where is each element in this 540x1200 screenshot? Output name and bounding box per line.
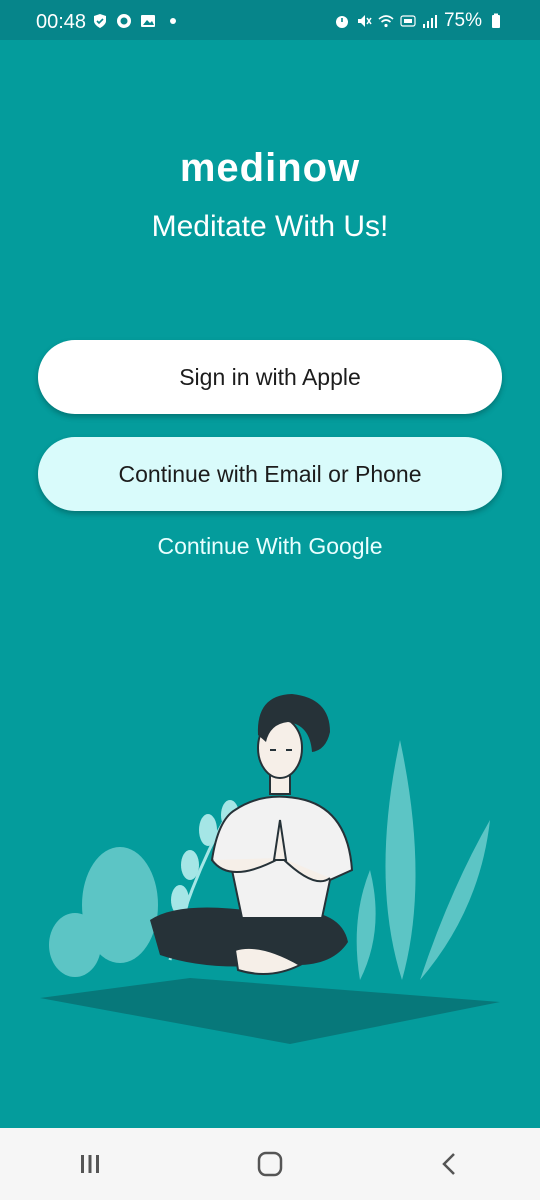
wifi-icon [378,15,394,28]
badge-icon [117,14,131,28]
status-bar: 00:48 75% [0,0,540,40]
sign-in-with-apple-label: Sign in with Apple [179,363,361,390]
right-leaf-small [356,870,376,980]
sign-in-with-apple-button[interactable]: Sign in with Apple [38,340,502,414]
recent-apps-icon [81,1155,99,1173]
home-icon [257,1151,283,1177]
alarm-icon [335,16,348,28]
continue-with-email-label: Continue with Email or Phone [118,460,422,487]
right-leaf-side [420,820,490,980]
status-time: 00:48 [36,11,87,33]
continue-with-google-link[interactable]: Continue With Google [0,533,540,560]
home-button[interactable] [240,1134,300,1194]
continue-with-email-or-phone-button[interactable]: Continue with Email or Phone [38,437,502,511]
right-leaf-tall [385,740,416,980]
image-icon [141,15,155,27]
battery-icon [492,13,500,28]
signal-icon [422,15,437,28]
back-icon [442,1153,455,1175]
ground-shadow [40,978,500,1044]
branch-leaf [199,814,217,846]
left-leaf-small [49,913,101,977]
battery-percent: 75% [443,10,482,31]
app-logo: medinow [179,146,361,190]
back-button[interactable] [420,1134,480,1194]
meditating-person-illustration [40,694,500,1044]
volte-lte-icon [400,15,416,27]
branch-leaf [181,850,199,880]
mute-icon [357,15,372,27]
recent-apps-button[interactable] [60,1134,120,1194]
app-tagline: Meditate With Us! [151,210,389,243]
navigation-bar [0,1128,540,1200]
shield-check-icon [94,14,106,28]
notification-dot-icon [170,18,176,24]
